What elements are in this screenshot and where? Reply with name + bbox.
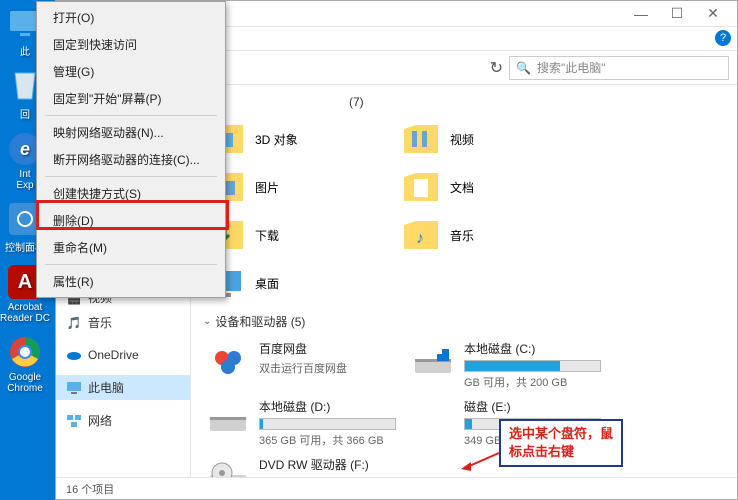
drive-baidu[interactable]: 百度网盘双击运行百度网盘 xyxy=(199,336,404,394)
desktop-icon-chrome[interactable]: Google Chrome xyxy=(0,334,50,394)
icon-label: Google Chrome xyxy=(7,372,43,394)
arrow-icon xyxy=(459,449,503,471)
explorer-window: ▾ 此电脑 — ☐ ✕ ? ↻ 🔍 搜索"此电脑" 🎬视频 🎵音乐 OneDri… xyxy=(55,0,738,500)
status-bar: 16 个项目 xyxy=(56,477,737,499)
icon-label: Int Exp xyxy=(16,169,33,191)
annotation-callout: 选中某个盘符，鼠 标点击右键 xyxy=(499,419,623,467)
folder-downloads[interactable]: 下载 xyxy=(199,211,394,259)
maximize-button[interactable]: ☐ xyxy=(659,1,695,27)
icon-label: 回 xyxy=(20,106,30,121)
folder-desktop[interactable]: 桌面 xyxy=(199,259,394,307)
folder-music[interactable]: ♪音乐 xyxy=(394,211,589,259)
content-pane: (7) 3D 对象 视频 图片 文档 下载 ♪音乐 桌面 ⌄设备和驱动器 (5)… xyxy=(191,85,737,477)
context-menu-item[interactable]: 重命名(M) xyxy=(39,234,223,261)
context-menu-item[interactable]: 映射网络驱动器(N)... xyxy=(39,119,223,146)
icon-label: Acrobat Reader DC xyxy=(0,302,50,324)
search-icon: 🔍 xyxy=(516,61,531,75)
context-menu-item[interactable]: 创建快捷方式(S) xyxy=(39,180,223,207)
folder-video[interactable]: 视频 xyxy=(394,115,589,163)
chevron-down-icon: ⌄ xyxy=(203,316,211,327)
drive-dvd[interactable]: DVD DVD RW 驱动器 (F:) xyxy=(199,452,404,477)
context-menu-item[interactable]: 固定到快速访问 xyxy=(39,31,223,58)
drive-c[interactable]: 本地磁盘 (C:)GB 可用，共 200 GB xyxy=(404,336,609,394)
svg-text:♪: ♪ xyxy=(416,230,424,247)
context-menu-item[interactable]: 删除(D) xyxy=(39,207,223,234)
sidebar-item-network[interactable]: 网络 xyxy=(56,408,190,433)
folder-documents[interactable]: 文档 xyxy=(394,163,589,211)
sidebar-item-this-pc[interactable]: 此电脑 xyxy=(56,375,190,400)
folders-grid: 3D 对象 视频 图片 文档 下载 ♪音乐 桌面 xyxy=(199,115,737,307)
folder-pictures[interactable]: 图片 xyxy=(199,163,394,211)
context-menu-item[interactable]: 断开网络驱动器的连接(C)... xyxy=(39,146,223,173)
icon-label: 此 xyxy=(20,43,30,58)
context-menu: 打开(O)固定到快速访问管理(G)固定到"开始"屏幕(P) 映射网络驱动器(N).… xyxy=(36,1,226,298)
close-button[interactable]: ✕ xyxy=(695,1,731,27)
status-text: 16 个项目 xyxy=(66,481,114,497)
drive-d[interactable]: 本地磁盘 (D:)365 GB 可用，共 366 GB xyxy=(199,394,404,452)
sidebar-item-music[interactable]: 🎵音乐 xyxy=(56,310,190,335)
context-menu-item[interactable]: 打开(O) xyxy=(39,4,223,31)
folder-3d[interactable]: 3D 对象 xyxy=(199,115,394,163)
folders-header-count: (7) xyxy=(349,95,364,109)
refresh-icon[interactable]: ↻ xyxy=(490,58,503,78)
sidebar-item-onedrive[interactable]: OneDrive xyxy=(56,343,190,367)
context-menu-item[interactable]: 属性(R) xyxy=(39,268,223,295)
help-icon[interactable]: ? xyxy=(715,30,731,46)
search-input[interactable]: 🔍 搜索"此电脑" xyxy=(509,56,729,80)
context-menu-item[interactable]: 固定到"开始"屏幕(P) xyxy=(39,85,223,112)
minimize-button[interactable]: — xyxy=(623,1,659,27)
context-menu-item[interactable]: 管理(G) xyxy=(39,58,223,85)
drives-header[interactable]: ⌄设备和驱动器 (5) xyxy=(199,307,737,336)
search-placeholder: 搜索"此电脑" xyxy=(537,59,606,76)
